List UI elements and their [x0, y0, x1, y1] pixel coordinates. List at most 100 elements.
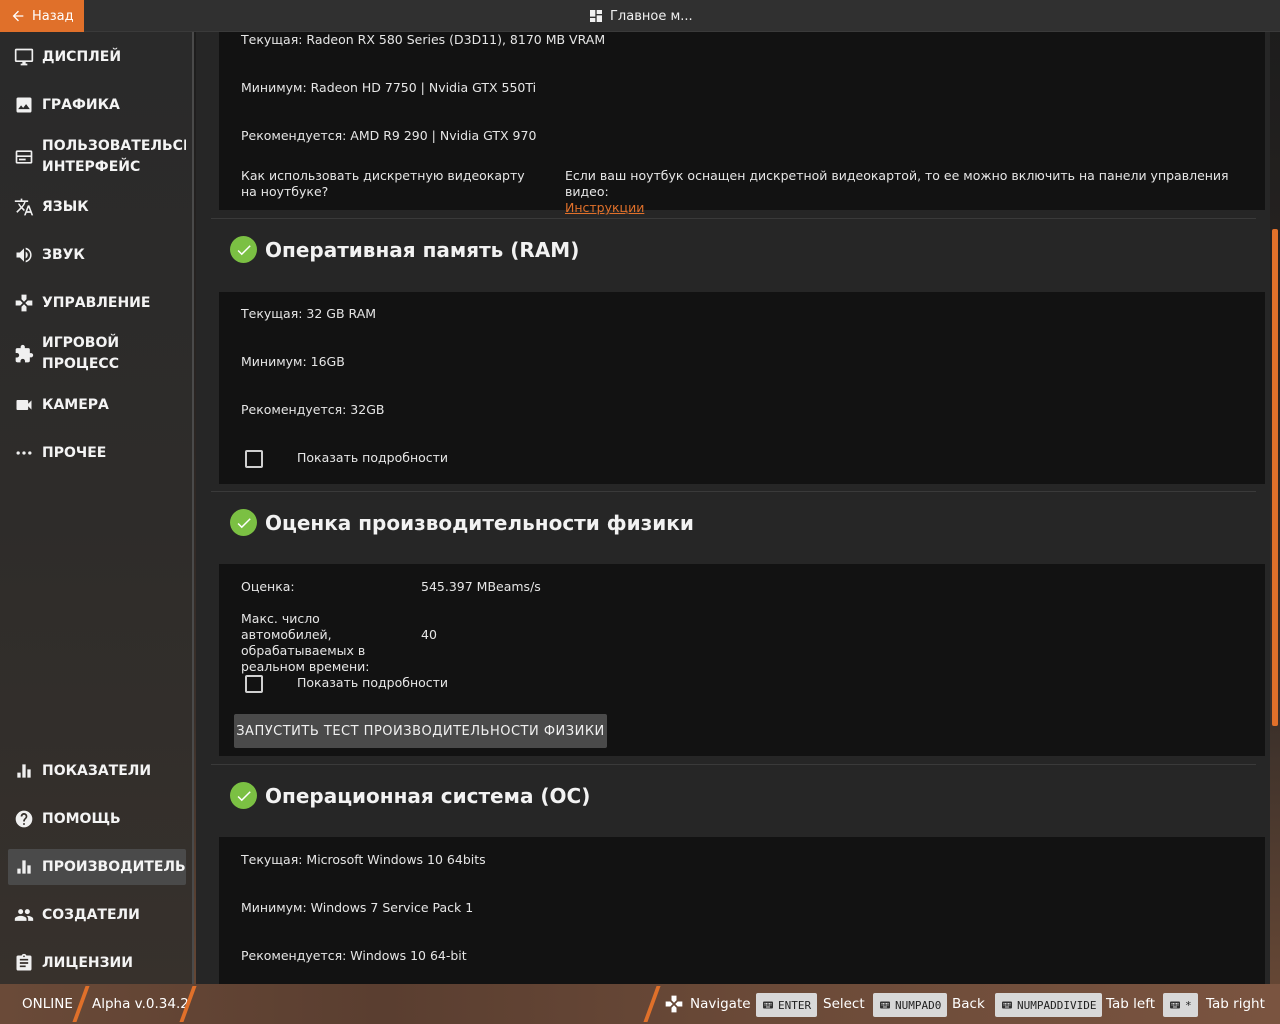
instructions-link[interactable]: Инструкции — [565, 200, 644, 215]
laptop-answer: Если ваш ноутбук оснащен дискретной виде… — [565, 168, 1255, 216]
sidebar-item-label: ПОКАЗАТЕЛИ — [42, 762, 152, 779]
keyboard-icon — [1170, 1001, 1180, 1009]
help-icon — [14, 809, 34, 829]
sidebar-item-label: ЯЗЫК — [42, 198, 89, 215]
sidebar-item-metrics[interactable]: ПОКАЗАТЕЛИ — [8, 759, 186, 783]
sidebar-item-licenses[interactable]: ЛИЦЕНЗИИ — [8, 951, 186, 975]
physics-heading-text: Оценка производительности физики — [265, 510, 694, 535]
keyboard-icon — [880, 1001, 890, 1009]
translate-icon — [14, 197, 34, 217]
bar-chart-icon — [14, 761, 34, 781]
sidebar-item-graphics[interactable]: ГРАФИКА — [8, 93, 186, 117]
content-scrollbar[interactable] — [1272, 229, 1278, 726]
sidebar-item-display[interactable]: ДИСПЛЕЙ — [8, 45, 186, 69]
key-enter: ENTER — [756, 993, 818, 1017]
sidebar-item-language[interactable]: ЯЗЫК — [8, 195, 186, 219]
bottom-bar: ONLINE Alpha v.0.34.2 Navigate ENTER Sel… — [0, 984, 1280, 1024]
image-icon — [14, 95, 34, 115]
gpu-panel: Текущая: Radeon RX 580 Series (D3D11), 8… — [219, 32, 1265, 215]
physics-details-checkbox[interactable] — [245, 675, 263, 693]
ram-current: Текущая: 32 GB RAM — [241, 306, 377, 321]
sidebar-item-interface[interactable]: ПОЛЬЗОВАТЕЛЬСКИЙ ИНТЕРФЕЙС — [8, 135, 186, 179]
physics-cars-value: 40 — [421, 627, 437, 642]
sidebar-item-label: ДИСПЛЕЙ — [42, 48, 122, 65]
sidebar-item-label: ГРАФИКА — [42, 96, 120, 113]
bar-chart-icon — [14, 857, 34, 877]
check-icon — [230, 782, 257, 809]
version-label: Alpha v.0.34.2 — [92, 996, 189, 1012]
keyboard-icon — [763, 1001, 773, 1009]
ram-heading: Оперативная память (RAM) — [230, 236, 579, 263]
dpad-icon — [665, 995, 683, 1013]
separator-slash — [72, 986, 90, 1022]
ui-icon — [14, 147, 34, 167]
os-recommended: Рекомендуется: Windows 10 64-bit — [241, 948, 467, 963]
online-status: ONLINE — [22, 996, 73, 1012]
sidebar-item-label: ИГРОВОЙ ПРОЦЕСС — [42, 335, 120, 372]
os-heading: Операционная система (ОС) — [230, 782, 590, 809]
physics-score-value: 545.397 MBeams/s — [421, 579, 541, 594]
sidebar-item-sound[interactable]: ЗВУК — [8, 243, 186, 267]
sidebar-item-other[interactable]: ПРОЧЕЕ — [8, 441, 186, 465]
sidebar-item-label: ПОМОЩЬ — [42, 810, 121, 827]
sidebar-item-label: ПРОЧЕЕ — [42, 444, 107, 461]
sidebar: ДИСПЛЕЙ ГРАФИКА ПОЛЬЗОВАТЕЛЬСКИЙ ИНТЕРФЕ… — [0, 32, 194, 984]
hint-navigate: Navigate — [664, 984, 751, 1024]
sidebar-item-gameplay[interactable]: ИГРОВОЙ ПРОЦЕСС — [8, 332, 186, 376]
ram-panel: Текущая: 32 GB RAM Минимум: 16GB Рекомен… — [219, 292, 1265, 484]
sidebar-item-help[interactable]: ПОМОЩЬ — [8, 807, 186, 831]
top-bar: Назад Главное м... — [0, 0, 1280, 32]
dashboard-icon — [590, 10, 602, 22]
check-icon — [230, 236, 257, 263]
ram-recommended: Рекомендуется: 32GB — [241, 402, 385, 417]
key-label: NUMPADDIVIDE — [1017, 998, 1097, 1012]
window-title-text: Главное м... — [610, 8, 693, 24]
ram-details-checkbox[interactable] — [245, 450, 263, 468]
sidebar-item-performance[interactable]: ПРОИЗВОДИТЕЛЬНОСТЬ — [8, 849, 186, 885]
sidebar-item-label: ЗВУК — [42, 246, 85, 263]
physics-score-label: Оценка: — [241, 579, 295, 594]
ram-details-label: Показать подробности — [297, 450, 449, 465]
sidebar-item-label: ПРОИЗВОДИТЕЛЬНОСТЬ — [42, 858, 186, 875]
os-minimum: Минимум: Windows 7 Service Pack 1 — [241, 900, 474, 915]
speaker-icon — [14, 245, 34, 265]
hint-tab-left: Tab left — [1106, 996, 1156, 1012]
os-current: Текущая: Microsoft Windows 10 64bits — [241, 852, 486, 867]
laptop-question: Как использовать дискретную видеокарту н… — [241, 168, 525, 199]
back-button[interactable]: Назад — [0, 0, 84, 32]
key-numpad0: NUMPAD0 — [873, 993, 948, 1017]
sidebar-item-credits[interactable]: СОЗДАТЕЛИ — [8, 903, 186, 927]
clipboard-icon — [14, 953, 34, 973]
key-numpaddivide: NUMPADDIVIDE — [995, 993, 1103, 1017]
section-divider — [211, 218, 1256, 219]
section-divider — [211, 764, 1256, 765]
laptop-answer-text: Если ваш ноутбук оснащен дискретной виде… — [565, 168, 1229, 199]
window-title: Главное м... — [588, 0, 693, 32]
gpu-recommended: Рекомендуется: AMD R9 290 | Nvidia GTX 9… — [241, 128, 537, 143]
physics-cars-label: Макс. число автомобилей, обрабатываемых … — [241, 611, 370, 674]
monitor-icon — [14, 47, 34, 67]
more-icon — [14, 443, 34, 463]
back-button-label: Назад — [32, 8, 74, 24]
sidebar-item-camera[interactable]: КАМЕРА — [8, 393, 186, 417]
hint-back: Back — [952, 996, 985, 1012]
run-physics-test-button[interactable]: ЗАПУСТИТЬ ТЕСТ ПРОИЗВОДИТЕЛЬНОСТИ ФИЗИКИ — [234, 714, 607, 748]
sidebar-item-label: СОЗДАТЕЛИ — [42, 906, 140, 923]
hint-tab-right: Tab right — [1206, 996, 1265, 1012]
key-asterisk: * — [1163, 993, 1198, 1017]
section-divider — [211, 491, 1256, 492]
people-icon — [14, 905, 34, 925]
arrow-left-icon — [12, 10, 24, 22]
check-icon — [230, 509, 257, 536]
sidebar-item-label: КАМЕРА — [42, 396, 109, 413]
ram-heading-text: Оперативная память (RAM) — [265, 237, 580, 262]
sidebar-item-label: УПРАВЛЕНИЕ — [42, 294, 151, 311]
sidebar-item-controls[interactable]: УПРАВЛЕНИЕ — [8, 291, 186, 315]
os-panel: Текущая: Microsoft Windows 10 64bits Мин… — [219, 837, 1265, 984]
key-label: * — [1185, 998, 1192, 1012]
os-heading-text: Операционная система (ОС) — [265, 783, 591, 808]
hint-select: Select — [823, 996, 865, 1012]
physics-details-label: Показать подробности — [297, 675, 449, 690]
sidebar-item-label: ЛИЦЕНЗИИ — [42, 954, 133, 971]
physics-heading: Оценка производительности физики — [230, 509, 694, 536]
